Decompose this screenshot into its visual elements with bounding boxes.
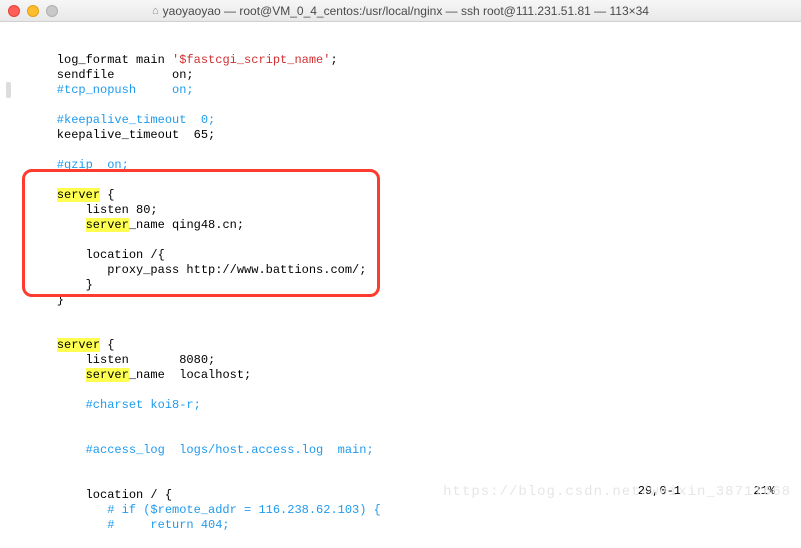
code-line: proxy_pass http://www.battions.com/;: [28, 263, 366, 277]
code-line: location / {: [28, 488, 172, 502]
code-line: server_name qing48.cn;: [28, 218, 244, 232]
code-line-comment: # if ($remote_addr = 116.238.62.103) {: [28, 503, 381, 517]
highlight-server: server: [86, 368, 129, 382]
code-line: log_format main '$fastcgi_script_name';: [28, 53, 338, 67]
code-line-comment: #tcp_nopush on;: [28, 83, 194, 97]
code-line: }: [28, 293, 64, 307]
code-line: sendfile on;: [28, 68, 194, 82]
window-title: yaoyaoyao — root@VM_0_4_centos:/usr/loca…: [163, 4, 649, 18]
code-line: listen 8080;: [28, 353, 215, 367]
window-title-wrap: ⌂ yaoyaoyao — root@VM_0_4_centos:/usr/lo…: [0, 4, 801, 18]
terminal-content[interactable]: log_format main '$fastcgi_script_name'; …: [0, 22, 801, 548]
code-line-comment: #charset koi8-r;: [28, 398, 201, 412]
code-line: keepalive_timeout 65;: [28, 128, 215, 142]
code-line-comment: # return 404;: [28, 518, 230, 532]
code-line: listen 80;: [28, 203, 158, 217]
code-line: location /{: [28, 248, 165, 262]
code-line: }: [28, 278, 93, 292]
code-line-comment: #access_log logs/host.access.log main;: [28, 443, 374, 457]
code-line-comment: #keepalive_timeout 0;: [28, 113, 215, 127]
scroll-percent: 21%: [753, 484, 775, 498]
home-icon: ⌂: [152, 5, 159, 17]
code-line: server {: [28, 338, 114, 352]
titlebar: ⌂ yaoyaoyao — root@VM_0_4_centos:/usr/lo…: [0, 0, 801, 22]
code-line: server_name localhost;: [28, 368, 251, 382]
highlight-server: server: [57, 188, 100, 202]
cursor-position: 29,0-1: [638, 484, 681, 498]
code-line-comment: #gzip on;: [28, 158, 129, 172]
code-line: server {: [28, 188, 114, 202]
highlight-server: server: [57, 338, 100, 352]
highlight-server: server: [86, 218, 129, 232]
